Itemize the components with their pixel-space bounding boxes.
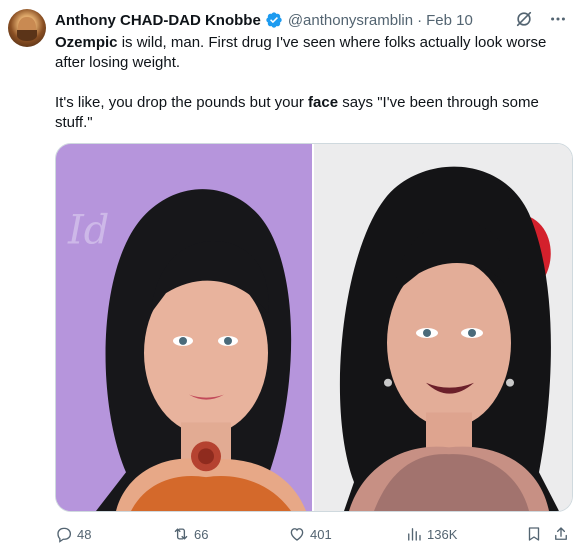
- reply-count: 48: [77, 526, 92, 542]
- more-options-icon[interactable]: [548, 9, 568, 29]
- verified-badge-icon: [265, 11, 283, 29]
- reply-icon: [57, 527, 72, 543]
- heart-icon: [290, 528, 304, 541]
- tweet-paragraph-2: It's like, you drop the pounds but your …: [55, 93, 565, 133]
- top-right-actions: [514, 9, 568, 29]
- bold-ozempic: Ozempic: [55, 34, 118, 51]
- timestamp[interactable]: Feb 10: [426, 12, 473, 29]
- bookmark-icon: [528, 527, 540, 541]
- action-bar: 48 66 401 136K: [55, 525, 570, 547]
- media-grid[interactable]: Id: [55, 143, 573, 512]
- repost-count: 66: [194, 526, 209, 542]
- share-button[interactable]: [552, 525, 570, 543]
- line2-start: It's like, you drop the pounds but your: [55, 94, 309, 111]
- bookmark-button[interactable]: [525, 525, 543, 543]
- tweet-card[interactable]: Anthony CHAD-DAD Knobbe @anthonysramblin…: [0, 0, 582, 550]
- right-photo[interactable]: [314, 144, 572, 511]
- repost-button[interactable]: 66: [172, 525, 208, 543]
- view-count: 136K: [427, 526, 458, 542]
- left-photo[interactable]: Id: [56, 144, 312, 511]
- tweet-paragraph-1: Ozempic is wild, man. First drug I've se…: [55, 33, 565, 73]
- like-button[interactable]: 401: [288, 525, 332, 543]
- photo-after-image: [314, 144, 572, 511]
- views-button[interactable]: 136K: [405, 525, 457, 543]
- grok-icon[interactable]: [514, 9, 534, 29]
- repost-icon: [174, 528, 188, 540]
- reply-button[interactable]: 48: [55, 525, 91, 543]
- separator-dot: ·: [417, 11, 423, 29]
- photo-before-image: Id: [56, 144, 312, 511]
- display-name[interactable]: Anthony CHAD-DAD Knobbe: [55, 12, 261, 29]
- tweet-body: Ozempic is wild, man. First drug I've se…: [55, 33, 565, 133]
- line1-rest: is wild, man. First drug I've seen where…: [55, 34, 547, 71]
- share-icon: [555, 527, 567, 540]
- tweet-header: Anthony CHAD-DAD Knobbe @anthonysramblin…: [55, 10, 473, 30]
- avatar[interactable]: [8, 9, 46, 47]
- analytics-icon: [408, 528, 421, 541]
- bold-face: face: [308, 94, 339, 111]
- avatar-beard: [17, 30, 37, 41]
- like-count: 401: [310, 526, 332, 542]
- handle[interactable]: @anthonysramblin: [288, 12, 413, 29]
- svg-text:Id: Id: [67, 208, 109, 254]
